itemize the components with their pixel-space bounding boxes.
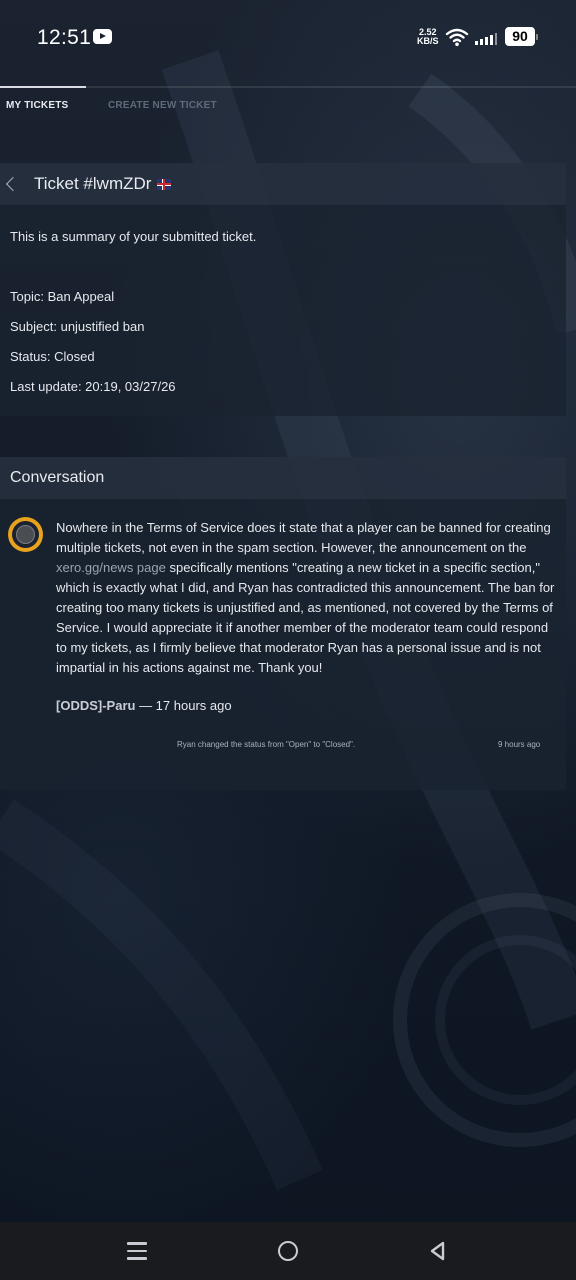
message-time: — 17 hours ago [135, 698, 232, 713]
back-chevron-icon[interactable] [5, 176, 21, 192]
wifi-icon [445, 28, 469, 47]
ticket-status: Status: Closed [10, 349, 95, 364]
active-tab-indicator [0, 86, 86, 88]
conversation-panel: Conversation Nowhere in the Terms of Ser… [0, 457, 566, 790]
ticket-tabs: MY TICKETS CREATE NEW TICKET [0, 86, 576, 126]
network-speed: 2.52 KB/S [417, 28, 439, 46]
conversation-title: Conversation [10, 469, 105, 486]
status-change-time: 9 hours ago [498, 740, 541, 749]
ticket-summary-panel: Ticket #lwmZDr This is a summary of your… [0, 163, 566, 416]
news-page-link[interactable]: xero.gg/news page [56, 560, 166, 575]
author-name[interactable]: [ODDS]-Paru [56, 698, 135, 713]
battery-indicator: 90 [505, 27, 538, 46]
conversation-header: Conversation [0, 457, 566, 499]
youtube-notification-icon [93, 29, 112, 44]
message-body: Nowhere in the Terms of Service does it … [56, 518, 556, 678]
ticket-subject: Subject: unjustified ban [10, 319, 145, 334]
message-text-2: specifically mentions "creating a new ti… [56, 560, 555, 675]
recent-apps-icon[interactable] [127, 1242, 147, 1260]
ticket-title: Ticket #lwmZDr [34, 174, 152, 193]
clock: 12:51 [37, 26, 92, 49]
home-icon[interactable] [278, 1241, 298, 1261]
message-text-1: Nowhere in the Terms of Service does it … [56, 520, 551, 555]
avatar[interactable] [8, 517, 43, 552]
network-speed-unit: KB/S [417, 36, 439, 46]
tab-create-new-ticket[interactable]: CREATE NEW TICKET [108, 100, 217, 111]
message-meta: [ODDS]-Paru — 17 hours ago [56, 698, 232, 713]
ticket-last-update: Last update: 20:19, 03/27/26 [10, 379, 176, 394]
status-change-note: Ryan changed the status from "Open" to "… [177, 740, 356, 749]
ticket-topic: Topic: Ban Appeal [10, 289, 115, 304]
tab-my-tickets[interactable]: MY TICKETS [6, 100, 68, 111]
uk-flag-icon [157, 178, 172, 190]
status-bar: 12:51 2.52 KB/S 90 [0, 0, 576, 76]
signal-icon [475, 33, 497, 45]
system-navigation-bar [0, 1222, 576, 1280]
ticket-summary-text: This is a summary of your submitted tick… [10, 229, 257, 244]
ticket-header: Ticket #lwmZDr [0, 163, 566, 205]
back-icon[interactable] [428, 1241, 448, 1261]
